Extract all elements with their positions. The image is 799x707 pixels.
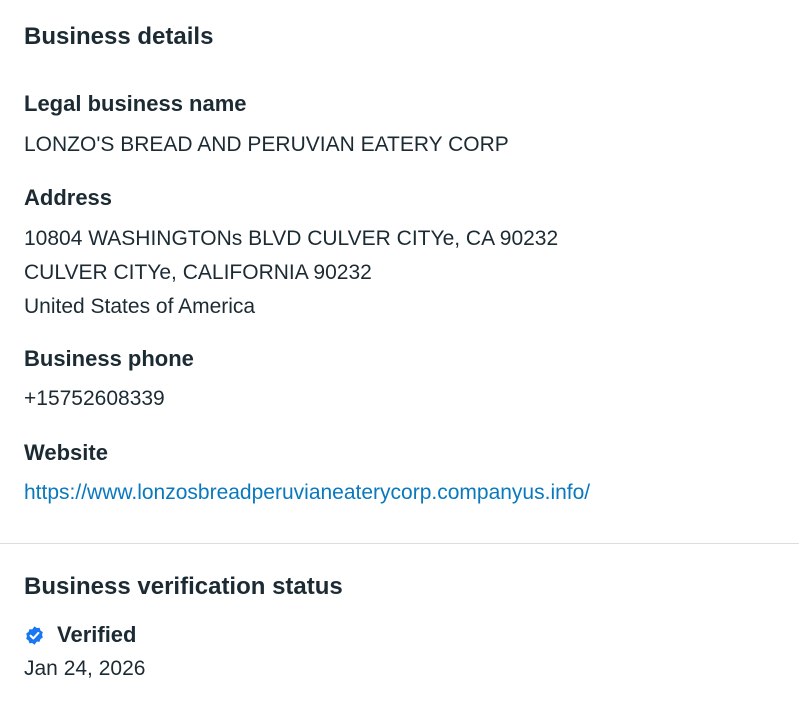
address-line: 10804 WASHINGTONs BLVD CULVER CITYe, CA … <box>24 227 559 250</box>
address-block: 10804 WASHINGTONs BLVD CULVER CITYe, CA … <box>24 222 558 324</box>
legal-business-name-label: Legal business name <box>24 91 247 116</box>
verified-badge-icon <box>24 625 45 646</box>
address-line: CULVER CITYe, CALIFORNIA 90232 <box>24 261 372 284</box>
business-phone-label: Business phone <box>24 346 194 371</box>
section-divider <box>0 543 799 544</box>
verification-date: Jan 24, 2026 <box>24 657 146 680</box>
verification-status-text: Verified <box>57 622 137 647</box>
website-label: Website <box>24 440 108 465</box>
verification-status-row: Verified <box>24 620 136 650</box>
address-line: United States of America <box>24 295 256 318</box>
address-label: Address <box>24 185 113 210</box>
website-row: https://www.lonzosbreadperuvianeaterycor… <box>24 476 590 510</box>
legal-business-name-value: LONZO'S BREAD AND PERUVIAN EATERY CORP <box>24 133 509 156</box>
website-link[interactable]: https://www.lonzosbreadperuvianeaterycor… <box>24 481 590 504</box>
business-phone-value: +15752608339 <box>24 387 165 410</box>
business-details-title: Business details <box>24 23 214 50</box>
verification-status-title: Business verification status <box>24 573 343 600</box>
